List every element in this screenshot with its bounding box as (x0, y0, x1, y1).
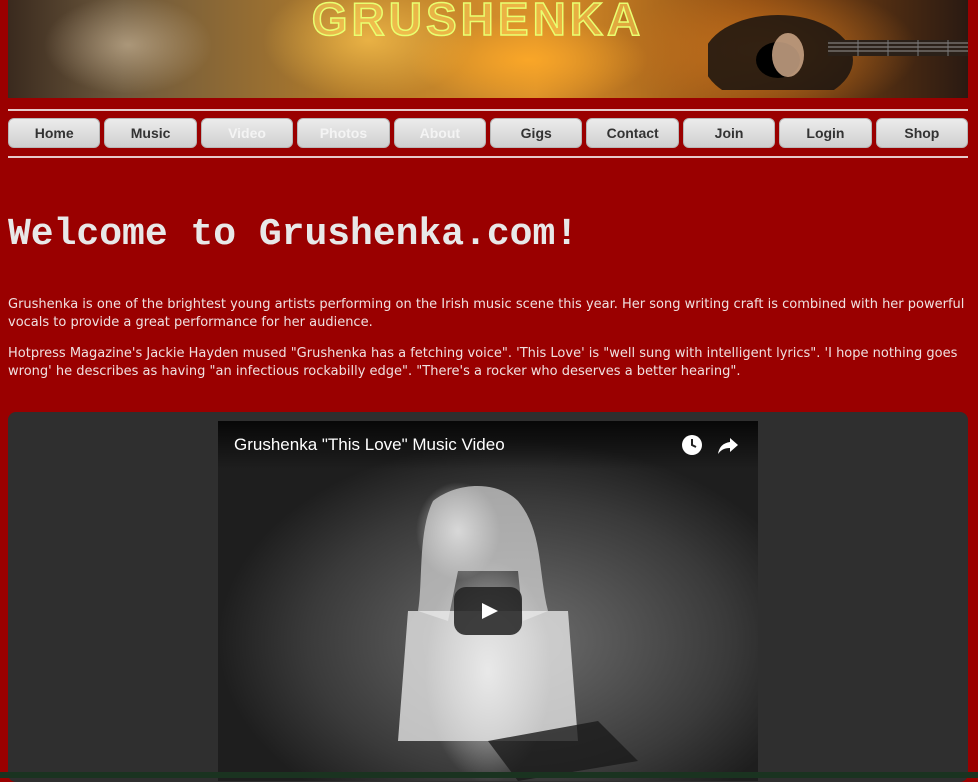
video-player[interactable]: Grushenka "This Love" Music Video (218, 421, 758, 781)
divider-top (8, 109, 968, 111)
main-nav: Home Music Video Photos About Gigs Conta… (8, 118, 969, 148)
divider-bottom (8, 156, 968, 158)
nav-music-button[interactable]: Music (104, 118, 197, 148)
video-panel: Grushenka "This Love" Music Video (8, 412, 968, 782)
header-banner: GRUSHENKA (8, 0, 968, 98)
nav-join-button[interactable]: Join (682, 118, 776, 148)
banner-logo-text: GRUSHENKA (311, 0, 645, 46)
share-icon[interactable] (716, 433, 740, 457)
page-title: Welcome to Grushenka.com! (8, 213, 579, 256)
intro-paragraph: Grushenka is one of the brightest young … (8, 297, 965, 330)
review-paragraph: Hotpress Magazine's Jackie Hayden mused … (8, 346, 958, 379)
play-button[interactable] (454, 587, 522, 635)
nav-contact-button[interactable]: Contact (586, 118, 679, 148)
play-icon (482, 603, 498, 619)
nav-about-button[interactable]: About (393, 118, 487, 148)
nav-photos-button[interactable]: Photos (297, 118, 390, 148)
video-title[interactable]: Grushenka "This Love" Music Video (234, 435, 505, 455)
browser-bottom-edge (0, 772, 978, 778)
nav-login-button[interactable]: Login (779, 118, 872, 148)
clock-icon[interactable] (680, 433, 704, 457)
nav-home-button[interactable]: Home (8, 118, 101, 148)
nav-video-button[interactable]: Video (200, 118, 294, 148)
guitar-image (708, 15, 968, 90)
nav-gigs-button[interactable]: Gigs (490, 118, 583, 148)
nav-shop-button[interactable]: Shop (875, 118, 969, 148)
